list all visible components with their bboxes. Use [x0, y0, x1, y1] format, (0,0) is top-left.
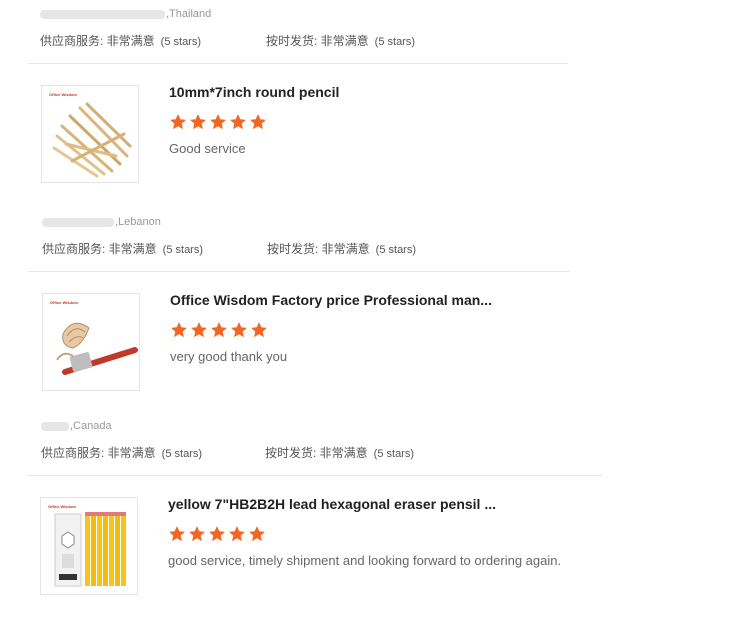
masked-name [42, 217, 114, 227]
shipping-rating-label: 按时发货: 非常满意 [266, 34, 369, 48]
star-icon [231, 322, 247, 338]
star-icon [229, 526, 245, 542]
rating-stars [170, 321, 268, 339]
reviewer-country: ,Canada [41, 420, 112, 432]
shipping-rating-label: 按时发货: 非常满意 [265, 446, 368, 460]
supplier-rating: 供应商服务: 非常满意 (5 stars) [41, 444, 202, 461]
brand-logo: Office Wisdom [50, 300, 78, 305]
star-icon [190, 114, 206, 130]
star-icon [211, 322, 227, 338]
shipping-rating-stars-text: (5 stars) [373, 448, 415, 460]
star-icon [230, 114, 246, 130]
star-icon [191, 322, 207, 338]
star-icon [251, 322, 267, 338]
supplier-rating-stars-text: (5 stars) [162, 244, 204, 256]
shipping-rating-stars-text: (5 stars) [375, 244, 417, 256]
review-divider [28, 63, 568, 64]
rating-stars [169, 113, 267, 131]
brand-logo: Office Wisdom [48, 504, 76, 509]
product-title[interactable]: yellow 7"HB2B2H lead hexagonal eraser pe… [168, 496, 496, 512]
star-icon [250, 114, 266, 130]
yellow-pencils-box-image [54, 512, 126, 587]
supplier-rating-label: 供应商服务: 非常满意 [40, 34, 155, 48]
review-divider [28, 475, 603, 476]
round-pencils-image [52, 102, 132, 178]
product-title[interactable]: Office Wisdom Factory price Professional… [170, 292, 492, 308]
review-comment: very good thank you [170, 349, 288, 364]
shipping-rating-stars-text: (5 stars) [374, 36, 416, 48]
country-text: ,Canada [70, 420, 112, 432]
product-title[interactable]: 10mm*7inch round pencil [169, 84, 339, 100]
supplier-rating: 供应商服务: 非常满意 (5 stars) [40, 32, 201, 49]
shipping-rating: 按时发货: 非常满意 (5 stars) [266, 32, 415, 49]
supplier-rating-stars-text: (5 stars) [161, 448, 203, 460]
shipping-rating: 按时发货: 非常满意 (5 stars) [267, 240, 416, 257]
star-icon [249, 526, 265, 542]
reviewer-country: ,Thailand [40, 8, 211, 20]
star-icon [169, 526, 185, 542]
review-comment: good service, timely shipment and lookin… [168, 553, 562, 568]
supplier-rating-stars-text: (5 stars) [160, 36, 202, 48]
reviewer-country: ,Lebanon [42, 216, 161, 228]
supplier-rating-label: 供应商服务: 非常满意 [42, 242, 157, 256]
country-text: ,Lebanon [115, 216, 161, 228]
star-icon [171, 322, 187, 338]
country-text: ,Thailand [166, 8, 212, 20]
shipping-rating: 按时发货: 非常满意 (5 stars) [265, 444, 414, 461]
star-icon [209, 526, 225, 542]
masked-name [41, 421, 69, 431]
review-comment: Good service [169, 141, 246, 156]
supplier-rating: 供应商服务: 非常满意 (5 stars) [42, 240, 203, 257]
star-icon [189, 526, 205, 542]
review-divider [28, 271, 570, 272]
star-icon [210, 114, 226, 130]
product-image[interactable]: Office Wisdom [40, 497, 138, 595]
rating-stars [168, 525, 266, 543]
shipping-rating-label: 按时发货: 非常满意 [267, 242, 370, 256]
sharpener-pencil-image [56, 322, 138, 375]
product-image[interactable]: Office Wisdom [41, 85, 139, 183]
product-image[interactable]: Office Wisdom [42, 293, 140, 391]
supplier-rating-label: 供应商服务: 非常满意 [41, 446, 156, 460]
masked-name [40, 9, 165, 19]
brand-logo: Office Wisdom [49, 92, 77, 97]
star-icon [170, 114, 186, 130]
